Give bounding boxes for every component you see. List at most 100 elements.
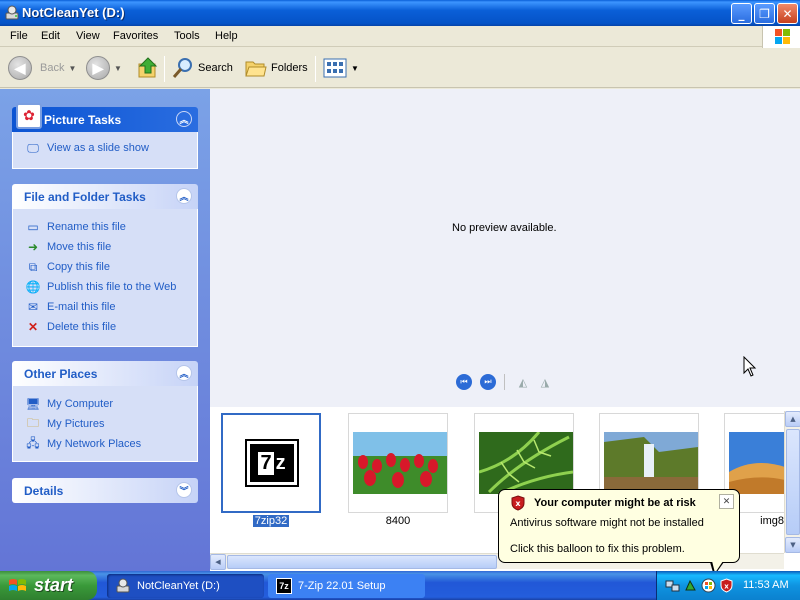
7zip-icon: 7z bbox=[245, 439, 299, 487]
forward-button[interactable]: ▶ ▼ bbox=[86, 56, 122, 80]
title-bar[interactable]: NotCleanYet (D:) _ ❐ ✕ bbox=[0, 0, 800, 26]
task-delete-file[interactable]: ✕ Delete this file bbox=[13, 317, 197, 337]
other-places-title: Other Places bbox=[24, 367, 98, 381]
taskbar-item-label: NotCleanYet (D:) bbox=[137, 580, 220, 592]
vertical-scrollbar[interactable]: ▲ ▼ bbox=[784, 411, 800, 553]
waterfall-image bbox=[604, 432, 698, 494]
task-email-file[interactable]: ✉ E-mail this file bbox=[13, 297, 197, 317]
previous-image-button[interactable]: ⏮ bbox=[456, 374, 472, 390]
task-copy-file[interactable]: ⧉ Copy this file bbox=[13, 257, 197, 277]
next-image-button[interactable]: ⏭ bbox=[480, 374, 496, 390]
forward-dropdown-icon: ▼ bbox=[114, 63, 122, 73]
taskbar-item-explorer[interactable]: NotCleanYet (D:) bbox=[107, 574, 264, 598]
taskbar: start NotCleanYet (D:) 7z 7-Zip 22.01 Se… bbox=[0, 571, 800, 600]
no-preview-message: No preview available. bbox=[452, 222, 557, 234]
place-my-pictures[interactable]: 🗀 My Pictures bbox=[13, 414, 197, 434]
task-rename-file[interactable]: ▭ Rename this file bbox=[13, 217, 197, 237]
windows-update-icon[interactable] bbox=[701, 578, 716, 593]
delete-icon: ✕ bbox=[27, 320, 39, 334]
email-icon: ✉ bbox=[27, 300, 39, 314]
collapse-chevron-icon[interactable]: ︽ bbox=[176, 111, 192, 127]
fern-image bbox=[479, 432, 573, 494]
rename-icon: ▭ bbox=[27, 220, 39, 234]
search-icon bbox=[172, 58, 192, 78]
taskbar-item-7zip-setup[interactable]: 7z 7-Zip 22.01 Setup bbox=[268, 574, 425, 598]
move-icon: ➜ bbox=[27, 240, 39, 254]
thumbnail-7zip32[interactable]: 7z bbox=[221, 413, 321, 513]
computer-icon: 🖥 bbox=[25, 397, 41, 411]
menu-help[interactable]: Help bbox=[215, 30, 238, 42]
file-folder-tasks-panel: File and Folder Tasks ︽ ▭ Rename this fi… bbox=[12, 184, 198, 347]
thumbnail-8400[interactable] bbox=[348, 413, 448, 513]
task-move-file[interactable]: ➜ Move this file bbox=[13, 237, 197, 257]
rotate-clockwise-icon[interactable]: ◭ bbox=[515, 374, 531, 390]
search-button[interactable]: Search bbox=[171, 56, 233, 80]
explorer-window: NotCleanYet (D:) _ ❐ ✕ File Edit View Fa… bbox=[0, 0, 800, 576]
close-button[interactable]: ✕ bbox=[777, 3, 798, 24]
7zip-icon: 7z bbox=[276, 578, 292, 594]
drive-icon bbox=[116, 578, 130, 593]
restore-button[interactable]: ❐ bbox=[754, 3, 775, 24]
folders-icon bbox=[245, 61, 267, 77]
back-button[interactable]: ◀ Back ▼ bbox=[8, 56, 76, 80]
collapse-chevron-icon[interactable]: ︽ bbox=[176, 365, 192, 381]
image-preview-area: No preview available. ⏮ ⏭ ◭ ◮ bbox=[210, 89, 800, 407]
task-label: E-mail this file bbox=[47, 301, 116, 313]
desert-image bbox=[729, 432, 785, 494]
task-label: My Pictures bbox=[47, 418, 105, 430]
task-publish-web[interactable]: 🌐 Publish this file to the Web bbox=[13, 277, 197, 297]
menu-view[interactable]: View bbox=[76, 30, 100, 42]
vertical-scroll-thumb[interactable] bbox=[786, 429, 800, 535]
other-places-header[interactable]: Other Places ︽ bbox=[12, 361, 198, 386]
details-header[interactable]: Details ︾ bbox=[12, 478, 198, 503]
folders-button[interactable]: Folders bbox=[244, 56, 308, 80]
back-dropdown-icon: ▼ bbox=[68, 63, 77, 73]
place-my-computer[interactable]: 🖥 My Computer bbox=[13, 394, 197, 414]
details-title: Details bbox=[24, 484, 64, 498]
folders-label: Folders bbox=[271, 62, 308, 74]
rotate-counterclockwise-icon[interactable]: ◮ bbox=[537, 374, 553, 390]
windows-logo-icon bbox=[762, 26, 800, 48]
horizontal-scroll-thumb[interactable] bbox=[227, 555, 497, 569]
menu-edit[interactable]: Edit bbox=[41, 30, 60, 42]
security-balloon[interactable]: x Your computer might be at risk ✕ Antiv… bbox=[498, 489, 740, 563]
task-view-slideshow[interactable]: 🖵 View as a slide show bbox=[13, 138, 197, 158]
menu-tools[interactable]: Tools bbox=[174, 30, 200, 42]
task-pane: ✿ Picture Tasks ︽ 🖵 View as a slide show… bbox=[0, 89, 210, 571]
file-folder-tasks-header[interactable]: File and Folder Tasks ︽ bbox=[12, 184, 198, 209]
views-dropdown-icon: ▼ bbox=[351, 63, 359, 73]
menu-file[interactable]: File bbox=[10, 30, 28, 42]
svg-text:x: x bbox=[515, 499, 521, 508]
tulips-image bbox=[353, 432, 447, 494]
security-center-alert-icon[interactable]: x bbox=[719, 578, 734, 593]
forward-arrow-icon: ▶ bbox=[86, 56, 110, 80]
picture-tasks-header[interactable]: ✿ Picture Tasks ︽ bbox=[12, 103, 198, 132]
views-button[interactable]: ▼ bbox=[323, 56, 359, 80]
network-icon: 🖧 bbox=[26, 435, 40, 450]
toolbar: ◀ Back ▼ ▶ ▼ Search Folders ▼ bbox=[0, 48, 800, 88]
details-panel: Details ︾ bbox=[12, 478, 198, 503]
system-tray: x 11:53 AM bbox=[656, 571, 800, 600]
menu-bar: File Edit View Favorites Tools Help bbox=[0, 26, 800, 47]
clock[interactable]: 11:53 AM bbox=[743, 579, 789, 591]
balloon-close-button[interactable]: ✕ bbox=[719, 494, 734, 509]
slideshow-icon: 🖵 bbox=[27, 140, 39, 155]
menu-favorites[interactable]: Favorites bbox=[113, 30, 158, 42]
network-tray-icon[interactable] bbox=[665, 578, 680, 593]
up-folder-button[interactable] bbox=[136, 56, 160, 80]
back-arrow-icon: ◀ bbox=[8, 56, 32, 80]
scroll-down-icon[interactable]: ▼ bbox=[785, 537, 800, 553]
start-button[interactable]: start bbox=[0, 571, 97, 600]
minimize-button[interactable]: _ bbox=[731, 3, 752, 24]
picture-tasks-icon: ✿ bbox=[16, 103, 42, 129]
task-label: Copy this file bbox=[47, 261, 110, 273]
scroll-up-icon[interactable]: ▲ bbox=[785, 411, 800, 427]
expand-chevron-icon[interactable]: ︾ bbox=[176, 482, 192, 498]
collapse-chevron-icon[interactable]: ︽ bbox=[176, 188, 192, 204]
place-my-network[interactable]: 🖧 My Network Places bbox=[13, 434, 197, 454]
task-label: My Network Places bbox=[47, 438, 142, 450]
safely-remove-hardware-icon[interactable] bbox=[683, 578, 698, 593]
balloon-title: Your computer might be at risk bbox=[534, 497, 696, 509]
scroll-left-icon[interactable]: ◀ bbox=[210, 554, 226, 570]
window-title: NotCleanYet (D:) bbox=[22, 5, 125, 20]
